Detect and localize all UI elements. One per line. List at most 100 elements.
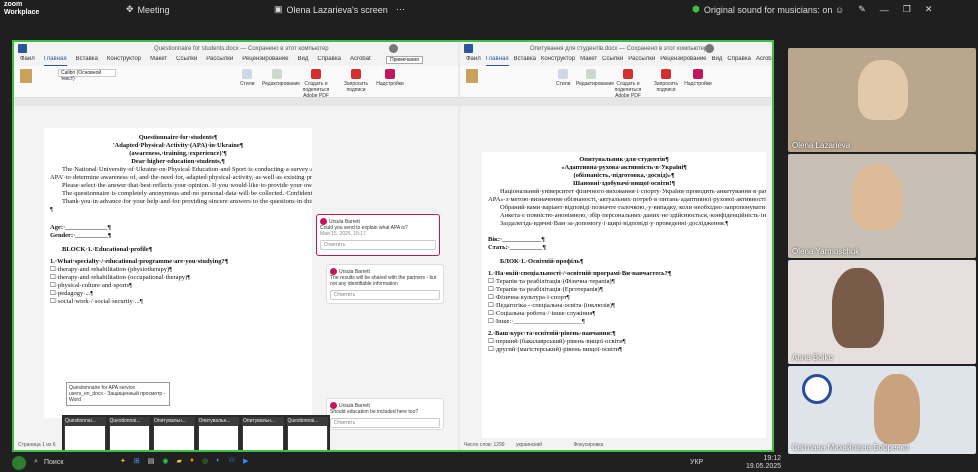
avatar bbox=[389, 44, 398, 53]
restore-icon[interactable]: ❐ bbox=[903, 4, 911, 15]
participant-video[interactable]: Olena Lazarieva bbox=[788, 48, 976, 152]
comment-author: Ursula Barrett bbox=[339, 402, 370, 409]
menu-item-9[interactable]: Справка bbox=[317, 56, 341, 66]
menu-item-5[interactable]: Ссылки bbox=[176, 56, 197, 66]
checkbox-option[interactable]: ☐·therapy·and·rehabilitation·(physiother… bbox=[50, 266, 306, 274]
close-icon[interactable]: ✕ bbox=[925, 4, 933, 15]
checkbox-option[interactable]: ☐·Педагогіка·-·спеціальна·освіта·(інклюз… bbox=[488, 302, 760, 310]
styles-button[interactable]: Стили bbox=[240, 69, 254, 87]
checkbox-option[interactable]: ☐·другий·(магістерський)·рівень·вищої·ос… bbox=[488, 346, 760, 354]
taskbar-thumbnail[interactable]: Questionnai... bbox=[108, 417, 150, 450]
word-app-icon[interactable]: W bbox=[228, 457, 235, 465]
whatsapp-icon[interactable]: ◉ bbox=[162, 457, 168, 465]
menu-item-4[interactable]: Макет bbox=[580, 56, 597, 66]
participant-video[interactable]: Anna Boiko bbox=[788, 260, 976, 364]
menu-item-4[interactable]: Макет bbox=[150, 56, 167, 66]
comments-button[interactable]: Примечания bbox=[386, 56, 423, 64]
menu-item-9[interactable]: Справка bbox=[727, 56, 751, 66]
pen-icon[interactable]: ✎ bbox=[858, 4, 866, 15]
menu-item-7[interactable]: Рецензирование bbox=[242, 56, 288, 66]
person-silhouette-icon bbox=[832, 268, 884, 348]
checkbox-option[interactable]: ☐·Терапія·та·реабілітація·(Ерготерапія)¶ bbox=[488, 286, 760, 294]
request-signatures-button[interactable]: Запросить подписи bbox=[342, 69, 370, 93]
taskbar-thumbnail[interactable]: Questionnai... bbox=[286, 417, 328, 450]
thumbnail-preview bbox=[243, 426, 283, 450]
doc-greeting: Dear·higher·education·students,¶ bbox=[131, 158, 225, 165]
meeting-tab[interactable]: ✥ Meeting bbox=[126, 4, 170, 15]
start-icon[interactable]: ⊞ bbox=[134, 457, 140, 465]
taskbar-thumbnail[interactable]: Опитувальн... bbox=[197, 417, 239, 450]
checkbox-option[interactable]: ☐·therapy·and·rehabilitation·(occupation… bbox=[50, 274, 306, 282]
checkbox-option[interactable]: ☐·Терапія·та·реабілітація·(Фізична·терап… bbox=[488, 278, 760, 286]
editing-button[interactable]: Редактирование bbox=[262, 69, 300, 87]
checkbox-option[interactable]: ☐·Інше:·_____________________¶ bbox=[488, 318, 760, 326]
comment-reply-field[interactable]: Ответить bbox=[330, 418, 440, 428]
font-name-field[interactable]: Calibri (Основной текст) bbox=[58, 69, 116, 82]
menu-item-8[interactable]: Вид bbox=[298, 56, 309, 66]
checkbox-option[interactable]: ☐·physical·culture·and·sports¶ bbox=[50, 282, 306, 290]
comment-card[interactable]: Ursula Barrett Could you send to explain… bbox=[316, 214, 440, 256]
comment-reply-field[interactable]: Ответить bbox=[320, 240, 436, 250]
create-pdf-button[interactable]: Создать и поделиться Adobe PDF bbox=[296, 69, 336, 99]
checkbox-option[interactable]: ☐·Соціальна·робота·/·інше·служіння¶ bbox=[488, 310, 760, 318]
participant-video[interactable]: Світлана Михайлівна Бобренко bbox=[788, 366, 976, 454]
menu-item-6[interactable]: Рассылки bbox=[628, 56, 655, 66]
editing-button[interactable]: Редактирование bbox=[576, 69, 614, 87]
edge-icon[interactable]: ◐ bbox=[216, 457, 220, 465]
focus-mode[interactable]: Фокусировка bbox=[573, 442, 603, 448]
paste-icon[interactable] bbox=[20, 69, 32, 83]
chrome-icon[interactable]: ◎ bbox=[202, 457, 208, 465]
menu-item-2[interactable]: Вставка bbox=[76, 56, 98, 66]
search-box[interactable]: Поиск bbox=[44, 459, 63, 466]
create-pdf-button[interactable]: Создать и поделиться Adobe PDF bbox=[608, 69, 648, 99]
menu-item-1[interactable]: Главная bbox=[485, 56, 509, 66]
comment-card[interactable]: Ursula Barrett The results will be share… bbox=[326, 264, 444, 304]
zoom-app-icon[interactable]: ▶ bbox=[243, 457, 248, 465]
explorer-icon[interactable]: ▰ bbox=[176, 457, 181, 465]
menu-item-7[interactable]: Рецензирование bbox=[660, 56, 706, 66]
participant-video[interactable]: Olena Yarmoschuk bbox=[788, 154, 976, 258]
addins-button[interactable]: Надстройки bbox=[376, 69, 404, 87]
menu-item-5[interactable]: Ссылки bbox=[602, 56, 623, 66]
addins-button[interactable]: Надстройки bbox=[684, 69, 712, 87]
search-icon[interactable]: ⌕ bbox=[34, 458, 38, 466]
menu-item-6[interactable]: Рассылки bbox=[206, 56, 233, 66]
request-signatures-button[interactable]: Запросить подписи bbox=[652, 69, 680, 93]
firefox-icon[interactable]: ● bbox=[190, 457, 194, 465]
comment-reply-field[interactable]: Ответить bbox=[330, 290, 440, 300]
checkbox-option[interactable]: ☐·social·work·/·social·security·...¶ bbox=[50, 298, 306, 306]
language-indicator[interactable]: УКР bbox=[690, 459, 703, 466]
comment-avatar bbox=[330, 268, 337, 275]
annotate-pen-icon[interactable] bbox=[12, 456, 26, 470]
menu-item-10[interactable]: Acrobat bbox=[350, 56, 371, 66]
menu-item-10[interactable]: Acrobat bbox=[756, 56, 772, 66]
sound-status[interactable]: ⬢ Original sound for musicians: on bbox=[692, 4, 832, 15]
doc-paragraph: Анкета·є·повністю·анонімною,·збір·персон… bbox=[500, 212, 766, 219]
screen-options-button[interactable]: ⋯ bbox=[396, 4, 405, 15]
task-view-icon[interactable]: ▤ bbox=[148, 457, 155, 465]
taskbar-thumbnail[interactable]: Questionnai... bbox=[64, 417, 106, 450]
checkbox-option[interactable]: ☐·Фізична·культура·і·спорт¶ bbox=[488, 294, 760, 302]
paste-icon[interactable] bbox=[466, 69, 478, 83]
addins-label: Надстройки bbox=[684, 81, 712, 87]
styles-button[interactable]: Стили bbox=[556, 69, 570, 87]
screen-share-tab[interactable]: ▣ Olena Lazarieva's screen bbox=[274, 4, 388, 15]
menu-item-8[interactable]: Вид bbox=[712, 56, 723, 66]
menu-item-3[interactable]: Конструктор bbox=[541, 56, 575, 66]
taskbar-thumbnails: Questionnai... Questionnai... Опитувальн..… bbox=[62, 415, 330, 450]
menu-item-0[interactable]: Файл bbox=[20, 56, 35, 66]
checkbox-option[interactable]: ☐·pedagogy·...¶ bbox=[50, 290, 306, 298]
taskbar-thumbnail[interactable]: Опитувальн... bbox=[242, 417, 284, 450]
menu-item-2[interactable]: Вставка bbox=[514, 56, 536, 66]
menu-item-0[interactable]: Файл bbox=[466, 56, 481, 66]
comment-card[interactable]: Ursula Barrett Should education be inclu… bbox=[326, 398, 444, 430]
thumbnail-label: Опитувальн... bbox=[154, 418, 187, 424]
menu-item-1[interactable]: Главная bbox=[43, 56, 67, 66]
clock[interactable]: 19:12 19.05.2025 bbox=[746, 455, 781, 471]
checkbox-option[interactable]: ☐·перший·(бакалаврський)·рівень·вищої·ос… bbox=[488, 338, 760, 346]
taskbar-thumbnail[interactable]: Опитувальн... bbox=[153, 417, 195, 450]
minimize-icon[interactable]: — bbox=[880, 5, 889, 15]
reactions-icon[interactable]: ☺ bbox=[835, 5, 844, 15]
menu-item-3[interactable]: Конструктор bbox=[107, 56, 141, 66]
widgets-icon[interactable]: ✦ bbox=[120, 457, 126, 465]
